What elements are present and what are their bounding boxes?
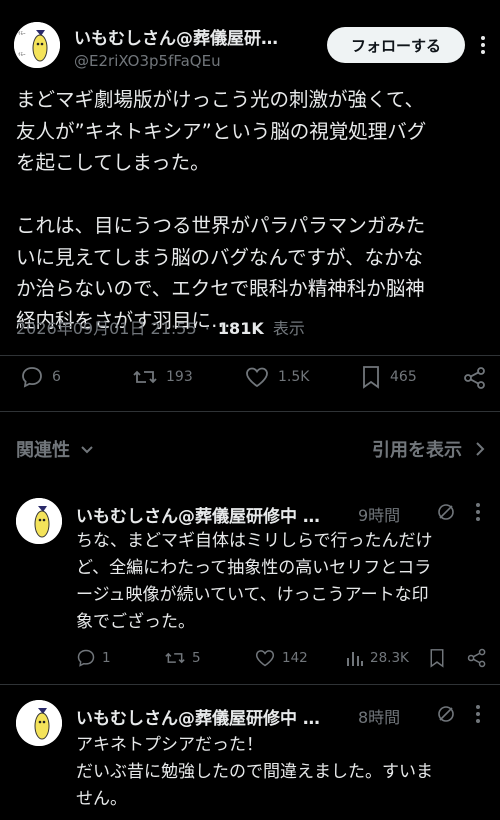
reply-more-icon[interactable] bbox=[468, 699, 488, 729]
meta-separator: · bbox=[204, 319, 210, 338]
bookmark-button[interactable]: 465 bbox=[360, 365, 417, 389]
author-name[interactable]: いもむしさん@葬儀屋研… bbox=[74, 24, 314, 49]
more-options-icon[interactable] bbox=[473, 30, 493, 60]
sort-label: 関連性 bbox=[16, 440, 70, 461]
post-meta: 2026年09月01日 21:55 · 181K 表示 bbox=[16, 315, 305, 339]
follow-button[interactable]: フォローする bbox=[327, 27, 465, 63]
view-quotes-link[interactable]: 引用を表示 bbox=[372, 436, 486, 462]
post-text: まどマギ劇場版がけっこう光の刺激が強くて、 友人が”キネトキシア”という脳の視覚… bbox=[16, 88, 427, 332]
reply-icon bbox=[77, 649, 95, 667]
reply-author-name[interactable]: いもむしさん@葬儀屋研修中 … bbox=[76, 704, 356, 729]
divider bbox=[0, 355, 500, 356]
reply-views[interactable]: 28.3K bbox=[346, 648, 409, 668]
divider bbox=[0, 411, 500, 412]
reply-repost-count: 5 bbox=[192, 650, 201, 666]
heart-icon bbox=[255, 650, 275, 667]
repost-count: 193 bbox=[166, 369, 193, 385]
share-icon[interactable] bbox=[466, 647, 488, 669]
reply-icon bbox=[22, 367, 42, 388]
reply-repost-button[interactable]: 5 bbox=[164, 648, 201, 668]
like-button[interactable]: 1.5K bbox=[244, 365, 309, 389]
reply-more-icon[interactable] bbox=[468, 497, 488, 527]
divider bbox=[0, 684, 500, 685]
analytics-icon bbox=[347, 652, 363, 666]
view-quotes-label: 引用を表示 bbox=[372, 440, 462, 461]
reply-button[interactable]: 6 bbox=[20, 365, 61, 389]
reply-reply-button[interactable]: 1 bbox=[76, 648, 111, 668]
grok-icon[interactable] bbox=[436, 502, 456, 522]
bookmark-icon[interactable] bbox=[428, 648, 446, 668]
reply-time[interactable]: 8時間 bbox=[358, 704, 400, 728]
chevron-right-icon bbox=[476, 442, 485, 456]
chevron-down-icon bbox=[81, 446, 93, 454]
grok-icon[interactable] bbox=[436, 704, 456, 724]
reply-time[interactable]: 9時間 bbox=[358, 502, 400, 526]
like-count: 1.5K bbox=[278, 369, 310, 385]
repost-button[interactable]: 193 bbox=[132, 365, 193, 389]
share-icon bbox=[464, 367, 485, 389]
author-avatar[interactable]: ｲﾓｰ ｲﾓｰ bbox=[14, 22, 60, 68]
views-label: 表示 bbox=[272, 319, 305, 338]
reply-avatar[interactable] bbox=[16, 498, 62, 544]
reply-like-button[interactable]: 142 bbox=[254, 648, 308, 668]
author-handle[interactable]: @E2riXO3p5fFaQEu bbox=[74, 52, 221, 70]
reply-author-name[interactable]: いもむしさん@葬儀屋研修中 … bbox=[76, 502, 356, 527]
share-button[interactable] bbox=[462, 365, 488, 391]
bookmark-count: 465 bbox=[390, 369, 417, 385]
reply-reply-count: 1 bbox=[102, 650, 111, 666]
reply-like-count: 142 bbox=[282, 650, 308, 666]
repost-icon bbox=[133, 370, 157, 384]
reply-avatar[interactable] bbox=[16, 700, 62, 746]
repost-icon bbox=[165, 652, 185, 664]
reply-views-count: 28.3K bbox=[370, 650, 409, 666]
svg-text:ｲﾓｰ: ｲﾓｰ bbox=[18, 31, 26, 37]
sort-selector[interactable]: 関連性 bbox=[16, 436, 94, 462]
svg-text:ｲﾓｰ: ｲﾓｰ bbox=[18, 52, 26, 58]
post-timestamp[interactable]: 2026年09月01日 21:55 bbox=[16, 319, 197, 338]
reply-text: アキネトプシアだった！ だいぶ昔に勉強したので間違えました。すいま せん。 bbox=[76, 735, 433, 809]
reply-count: 6 bbox=[52, 369, 61, 385]
views-count: 181K bbox=[217, 319, 264, 338]
reply-text: ちな、まどマギ自体はミリしらで行ったんだけ ど、全編にわたって抽象性の高いセリフ… bbox=[76, 531, 433, 632]
heart-icon bbox=[246, 367, 268, 388]
bookmark-icon bbox=[363, 366, 379, 389]
